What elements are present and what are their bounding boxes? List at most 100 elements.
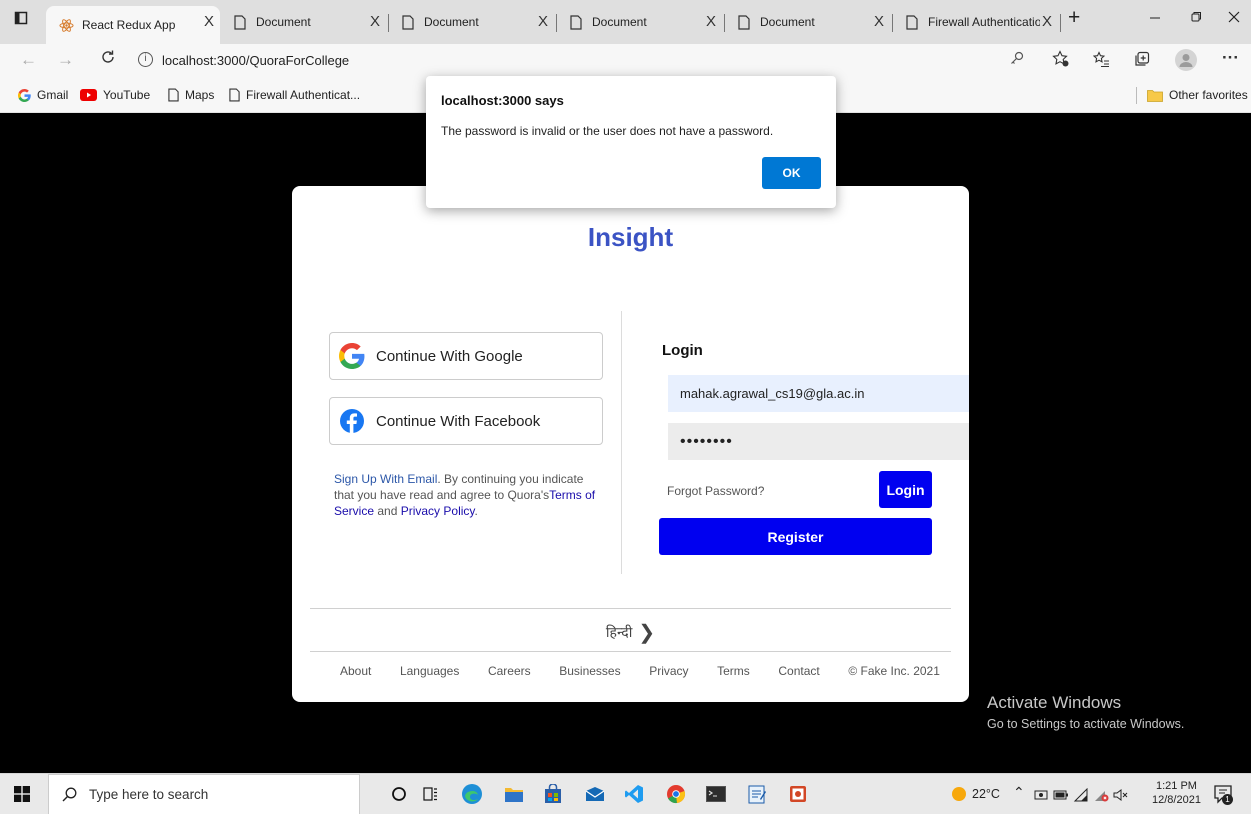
search-placeholder: Type here to search — [89, 787, 209, 802]
footer-link-terms[interactable]: Terms — [717, 664, 750, 678]
taskbar-search-box[interactable]: Type here to search — [48, 774, 360, 814]
password-key-icon[interactable] — [1010, 51, 1024, 69]
footer-link-businesses[interactable]: Businesses — [559, 664, 620, 678]
tab-document-2[interactable]: Document X — [390, 6, 554, 38]
meet-now-icon[interactable] — [1030, 784, 1052, 806]
refresh-icon[interactable] — [100, 49, 116, 70]
page-icon — [168, 88, 179, 102]
favorites-list-icon[interactable] — [1092, 51, 1110, 71]
tab-react-redux-app[interactable]: React Redux App X — [46, 6, 220, 44]
close-tab-icon[interactable]: X — [1042, 13, 1052, 30]
terms-text-part: . — [474, 504, 478, 518]
windows-taskbar: Type here to search 22°C ⌃ 1:21 PM 12/8/… — [0, 773, 1251, 814]
site-info-icon[interactable]: i — [138, 52, 153, 67]
profile-avatar[interactable] — [1175, 49, 1197, 75]
minimize-icon[interactable] — [1149, 10, 1161, 27]
horizontal-divider — [310, 608, 951, 609]
forward-icon[interactable]: → — [57, 50, 74, 70]
notifications-icon[interactable]: 1 — [1213, 784, 1233, 809]
continue-with-facebook-button[interactable]: Continue With Facebook — [329, 397, 603, 445]
more-menu-icon[interactable]: ··· — [1222, 48, 1239, 68]
wifi-icon[interactable] — [1070, 784, 1092, 806]
bookmark-youtube[interactable]: YouTube — [80, 88, 150, 102]
network-warning-icon[interactable] — [1090, 784, 1112, 806]
back-icon[interactable]: ← — [20, 50, 37, 70]
tab-document-3[interactable]: Document X — [558, 6, 722, 38]
bookmark-firewall-authentication[interactable]: Firewall Authenticat... — [229, 88, 360, 102]
new-tab-button[interactable]: + — [1068, 6, 1080, 30]
footer-link-about[interactable]: About — [340, 664, 371, 678]
tab-document-1[interactable]: Document X — [222, 6, 386, 38]
footer-link-contact[interactable]: Contact — [778, 664, 819, 678]
file-explorer-icon[interactable] — [503, 783, 525, 805]
tab-separator — [1060, 14, 1061, 32]
other-favorites[interactable]: Other favorites — [1147, 88, 1248, 102]
terms-text: Sign Up With Email. By continuing you in… — [334, 471, 604, 519]
page-icon — [568, 14, 584, 30]
continue-with-google-button[interactable]: Continue With Google — [329, 332, 603, 380]
footer-link-languages[interactable]: Languages — [400, 664, 459, 678]
close-window-icon[interactable] — [1228, 10, 1240, 27]
mail-icon[interactable] — [584, 783, 606, 805]
bookmark-label: Gmail — [37, 88, 69, 102]
tab-actions-icon[interactable] — [14, 11, 28, 29]
page-icon — [736, 14, 752, 30]
clock-time: 1:21 PM — [1155, 780, 1197, 792]
close-tab-icon[interactable]: X — [370, 13, 380, 30]
taskbar-clock[interactable]: 1:21 PM 12/8/2021 — [1152, 779, 1201, 807]
register-button[interactable]: Register — [659, 518, 932, 555]
restore-icon[interactable] — [1190, 10, 1202, 27]
language-label: हिन्दी — [605, 624, 633, 640]
footer-link-careers[interactable]: Careers — [488, 664, 531, 678]
notepad-icon[interactable] — [746, 783, 768, 805]
chrome-icon[interactable] — [665, 783, 687, 805]
close-tab-icon[interactable]: X — [874, 13, 884, 30]
bookmark-maps[interactable]: Maps — [168, 88, 214, 102]
tab-firewall-authentication[interactable]: Firewall Authentication X — [894, 6, 1058, 38]
terminal-icon[interactable] — [705, 783, 727, 805]
sign-up-with-email-link[interactable]: Sign Up With Email — [334, 472, 437, 486]
email-input[interactable] — [668, 375, 969, 412]
weather-icon[interactable] — [948, 783, 970, 805]
google-button-label: Continue With Google — [376, 347, 523, 365]
google-g-icon — [18, 88, 31, 102]
weather-temperature[interactable]: 22°C — [972, 787, 1000, 801]
close-tab-icon[interactable]: X — [538, 13, 548, 30]
tab-title: Document — [256, 15, 311, 29]
tab-title: Document — [424, 15, 479, 29]
password-input[interactable] — [668, 423, 969, 460]
volume-muted-icon[interactable] — [1110, 784, 1132, 806]
powerpoint-icon[interactable] — [787, 783, 809, 805]
tab-title: Document — [760, 15, 815, 29]
collections-icon[interactable] — [1134, 51, 1150, 71]
vscode-icon[interactable] — [623, 783, 645, 805]
other-favorites-label: Other favorites — [1169, 88, 1248, 102]
edge-browser-icon[interactable] — [461, 783, 483, 805]
bookmark-label: YouTube — [103, 88, 151, 102]
login-button[interactable]: Login — [879, 471, 932, 508]
show-hidden-icons-chevron[interactable]: ⌃ — [1013, 784, 1025, 801]
privacy-policy-link[interactable]: Privacy Policy — [401, 504, 475, 518]
close-tab-icon[interactable]: X — [706, 13, 716, 30]
tab-title: React Redux App — [82, 18, 176, 32]
store-icon[interactable] — [542, 783, 564, 805]
battery-icon[interactable] — [1050, 784, 1072, 806]
language-switch[interactable]: हिन्दी ❯ — [292, 618, 969, 644]
favorite-star-icon[interactable] — [1052, 50, 1070, 72]
close-tab-icon[interactable]: X — [204, 13, 214, 30]
horizontal-divider — [310, 651, 951, 652]
notification-count: 1 — [1222, 794, 1233, 805]
url-field[interactable]: localhost:3000/QuoraForCollege — [162, 53, 349, 68]
cortana-icon[interactable] — [388, 783, 410, 805]
footer-link-privacy[interactable]: Privacy — [649, 664, 688, 678]
folder-icon — [1147, 89, 1163, 102]
dialog-ok-button[interactable]: OK — [762, 157, 821, 189]
terms-text-part: and — [374, 504, 401, 518]
windows-start-icon[interactable] — [14, 786, 30, 807]
task-view-icon[interactable] — [420, 783, 442, 805]
tab-separator — [724, 14, 725, 32]
watermark-subtitle: Go to Settings to activate Windows. — [987, 717, 1185, 731]
tab-document-4[interactable]: Document X — [726, 6, 890, 38]
forgot-password-link[interactable]: Forgot Password? — [667, 484, 764, 498]
bookmark-gmail[interactable]: Gmail — [18, 88, 68, 102]
